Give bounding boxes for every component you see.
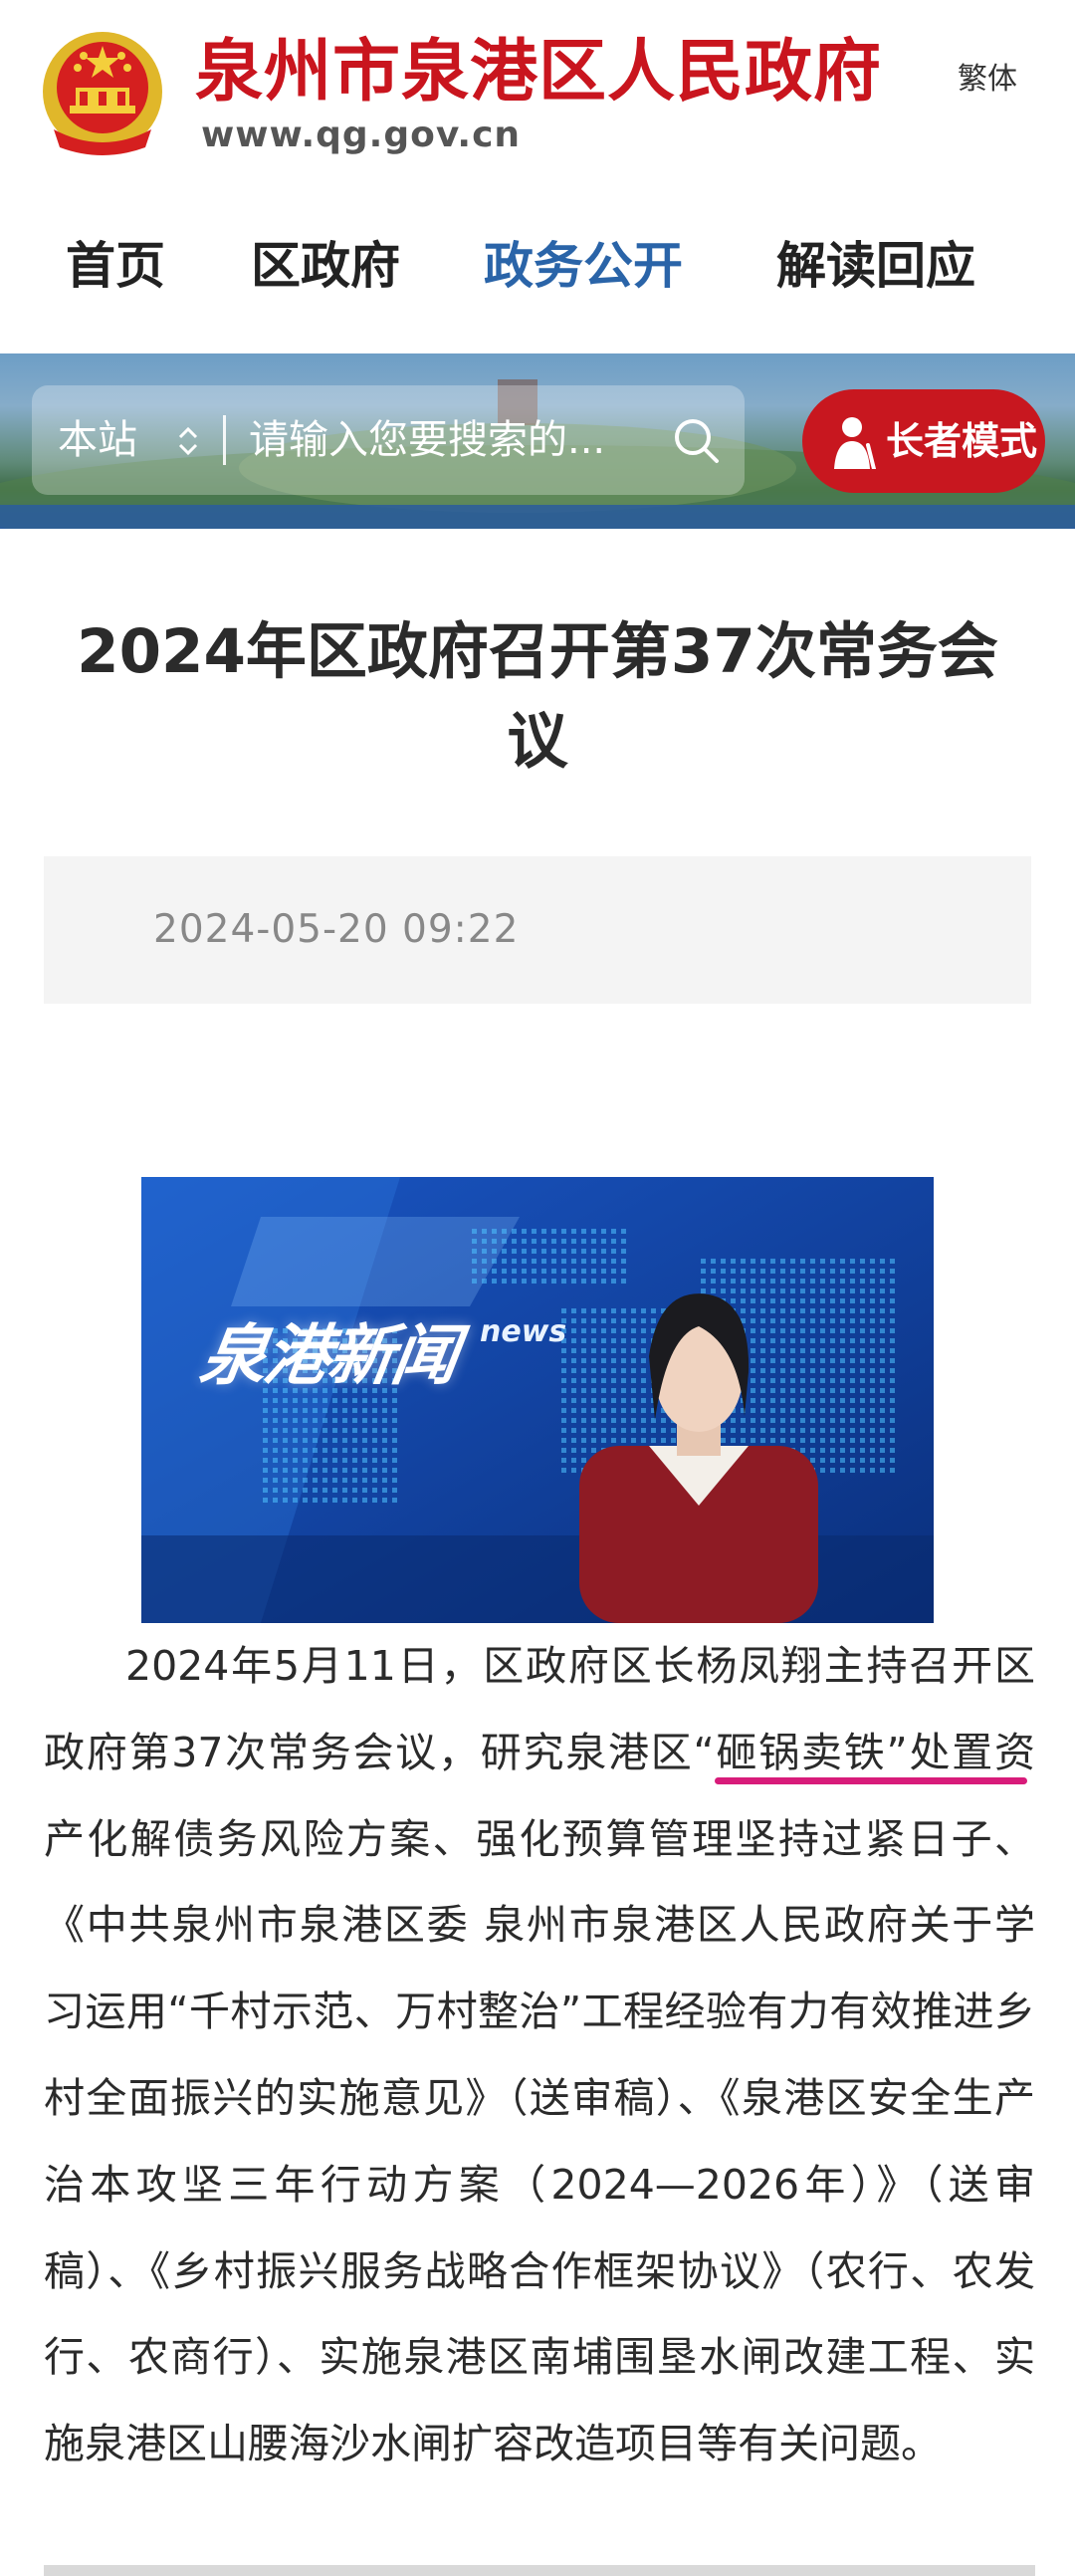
news-video[interactable]: 泉港新闻 news <box>141 1177 934 1623</box>
elder-person-icon <box>834 417 876 469</box>
elder-mode-label: 长者模式 <box>886 419 1038 463</box>
search-input[interactable] <box>249 385 667 495</box>
banner-strip <box>0 505 1075 529</box>
site-url: www.qg.gov.cn <box>201 115 522 155</box>
nav-item-district-government[interactable]: 区政府 <box>251 221 400 311</box>
elder-mode-button[interactable]: 长者模式 <box>802 389 1045 493</box>
article-meta: 2024-05-20 09:22 <box>44 856 1031 1004</box>
article-title: 2024年区政府召开第37次常务会议 <box>77 616 998 777</box>
search-scope-select[interactable]: 本站 <box>58 385 137 495</box>
next-content-edge <box>44 2565 1035 2576</box>
main-nav: 首页 区政府 政务公开 解读回应 <box>0 221 1075 311</box>
search-box: 本站 <box>32 385 745 495</box>
search-icon[interactable] <box>671 415 721 465</box>
news-logo-en: news <box>480 1314 567 1349</box>
site-header: 泉州市泉港区人民政府 www.qg.gov.cn 繁体 首页 区政府 政务公开 … <box>0 0 1075 353</box>
video-still <box>141 1177 934 1623</box>
publish-date: 2024-05-20 09:22 <box>153 907 520 952</box>
national-emblem-icon[interactable] <box>40 30 165 161</box>
nav-item-interpretation[interactable]: 解读回应 <box>776 221 975 311</box>
search-divider <box>223 415 226 465</box>
nav-item-home[interactable]: 首页 <box>66 221 165 311</box>
site-name[interactable]: 泉州市泉港区人民政府 <box>195 30 882 114</box>
search-banner: 本站 长者模式 <box>0 353 1075 529</box>
updown-arrows-icon[interactable] <box>177 423 199 459</box>
news-logo: 泉港新闻 <box>195 1317 462 1394</box>
article-body: 2024年5月11日，区政府区长杨凤翔主持召开区政府第37次常务会议，研究泉港区… <box>44 1642 1035 2468</box>
nav-item-government-affairs[interactable]: 政务公开 <box>484 221 683 311</box>
highlight-underline <box>715 1777 1027 1784</box>
traditional-chinese-toggle[interactable]: 繁体 <box>958 60 1017 100</box>
